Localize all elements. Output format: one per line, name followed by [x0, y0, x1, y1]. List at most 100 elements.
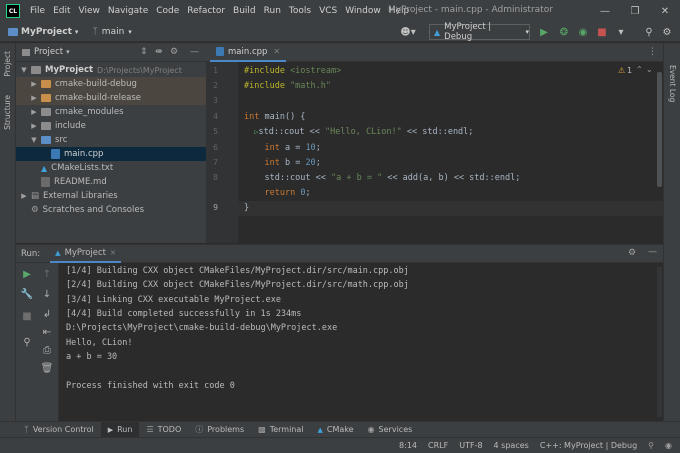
- tree-row-include[interactable]: ▶ include: [16, 119, 206, 133]
- tree-row-cmake-build-debug[interactable]: ▶ cmake-build-debug: [16, 77, 206, 91]
- menu-refactor[interactable]: Refactor: [183, 6, 229, 16]
- event-icon[interactable]: ◉: [665, 441, 672, 450]
- expand-all-icon[interactable]: ⇕: [140, 47, 148, 57]
- run-with-coverage-icon[interactable]: ◉: [576, 25, 590, 39]
- tab-todo[interactable]: ☰ TODO: [139, 422, 188, 438]
- run-tab-myproject[interactable]: ▲ MyProject ✕: [50, 245, 121, 263]
- chevron-up-icon[interactable]: ⌃: [636, 65, 643, 74]
- tree-row-scratches[interactable]: ⚙ Scratches and Consoles: [16, 203, 206, 217]
- resolve-context[interactable]: C++: MyProject | Debug: [540, 441, 637, 450]
- tree-row-readme[interactable]: README.md: [16, 175, 206, 189]
- close-window-button[interactable]: ✕: [650, 0, 680, 22]
- project-widget[interactable]: MyProject ▾: [8, 27, 78, 37]
- run-console-output[interactable]: [1/4] Building CXX object CMakeFiles/MyP…: [58, 263, 663, 421]
- tab-version-control[interactable]: ᛉ Version Control: [17, 422, 101, 438]
- trash-icon[interactable]: 🗑: [40, 361, 54, 375]
- editor-scrollbar[interactable]: [657, 72, 662, 187]
- code-line-5: ▷std::cout << "Hello, CLion!" << std::en…: [254, 127, 474, 137]
- clion-logo-icon: CL: [6, 4, 20, 18]
- menu-run[interactable]: Run: [260, 6, 285, 16]
- stop-icon[interactable]: ■: [20, 309, 34, 323]
- warning-icon[interactable]: ⚠: [618, 66, 625, 75]
- settings-gear-icon[interactable]: ⚙: [660, 25, 674, 39]
- menu-navigate[interactable]: Navigate: [104, 6, 152, 16]
- menu-file[interactable]: File: [26, 6, 49, 16]
- chevron-down-icon[interactable]: ⌄: [646, 65, 653, 74]
- tab-cmake[interactable]: ▲ CMake: [311, 422, 361, 438]
- tree-row-cmake-modules[interactable]: ▶ cmake_modules: [16, 105, 206, 119]
- event-log-tool-button[interactable]: Event Log: [668, 65, 677, 102]
- chevron-down-icon[interactable]: ▼: [30, 136, 38, 144]
- menu-view[interactable]: View: [75, 6, 104, 16]
- tree-row-cmake-build-release[interactable]: ▶ cmake-build-release: [16, 91, 206, 105]
- tab-problems[interactable]: ⓘ Problems: [188, 422, 251, 438]
- add-user-icon[interactable]: ☻▾: [398, 25, 418, 39]
- tree-row-external-libraries[interactable]: ▶ ▤ External Libraries: [16, 189, 206, 203]
- stop-icon[interactable]: ■: [595, 25, 609, 39]
- chevron-right-icon[interactable]: ▶: [20, 192, 28, 200]
- arrow-down-icon[interactable]: ↓: [40, 287, 54, 301]
- scroll-to-end-icon[interactable]: ⇤: [40, 325, 54, 339]
- menu-build[interactable]: Build: [229, 6, 260, 16]
- cmake-triangle-icon: ▲: [317, 425, 323, 434]
- chevron-right-icon[interactable]: ▶: [30, 80, 38, 88]
- chevron-right-icon[interactable]: ▶: [30, 122, 38, 130]
- chevron-down-icon[interactable]: ▼: [20, 66, 28, 74]
- menu-vcs[interactable]: VCS: [315, 6, 341, 16]
- search-icon[interactable]: ⚲: [642, 25, 656, 39]
- run-icon[interactable]: ▶: [537, 25, 551, 39]
- gear-icon[interactable]: ⚙: [170, 47, 178, 57]
- gear-icon[interactable]: ⚙: [628, 248, 636, 258]
- menu-window[interactable]: Window: [341, 6, 385, 16]
- arrow-up-icon[interactable]: ↑: [40, 267, 54, 281]
- collapse-all-icon[interactable]: ⇼: [155, 47, 163, 57]
- tab-services[interactable]: ◉ Services: [361, 422, 420, 438]
- navigation-bar: MyProject ▾ ᛉ main ▾ ☻▾ ▲ MyProject | De…: [0, 22, 680, 42]
- rerun-icon[interactable]: ▶: [20, 267, 34, 281]
- tree-row-myproject[interactable]: ▼ MyProject D:\Projects\MyProject: [16, 63, 206, 77]
- line-ending[interactable]: CRLF: [428, 441, 448, 450]
- hide-panel-icon[interactable]: —: [648, 247, 657, 257]
- more-actions-icon[interactable]: ▾: [614, 25, 628, 39]
- minimize-button[interactable]: —: [590, 0, 620, 22]
- chevron-right-icon[interactable]: ▶: [30, 108, 38, 116]
- soft-wrap-icon[interactable]: ↲: [40, 307, 54, 321]
- lock-icon[interactable]: ⚲: [648, 441, 654, 450]
- maximize-button[interactable]: ❐: [620, 0, 650, 22]
- tab-run[interactable]: ▶ Run: [100, 421, 140, 438]
- pin-icon[interactable]: ⚲: [20, 335, 34, 349]
- wrench-icon[interactable]: 🔧: [20, 287, 34, 301]
- project-tool-button[interactable]: Project: [3, 51, 12, 77]
- debug-icon[interactable]: ❂: [557, 25, 571, 39]
- run-configuration-selector[interactable]: ▲ MyProject | Debug ▾: [429, 22, 530, 42]
- file-encoding[interactable]: UTF-8: [459, 441, 482, 450]
- print-icon[interactable]: ⎙: [40, 343, 54, 357]
- close-tab-icon[interactable]: ✕: [273, 47, 280, 56]
- chevron-right-icon[interactable]: ▶: [30, 94, 38, 102]
- vcs-branch-widget[interactable]: ᛉ main ▾: [92, 27, 131, 37]
- tab-options-icon[interactable]: ⋮: [648, 47, 657, 57]
- tab-label: Version Control: [32, 425, 94, 434]
- menu-code[interactable]: Code: [152, 6, 183, 16]
- tab-main-cpp[interactable]: main.cpp ✕: [210, 43, 287, 62]
- tab-terminal[interactable]: ▩ Terminal: [251, 422, 310, 438]
- menu-edit[interactable]: Edit: [49, 6, 74, 16]
- close-tab-icon[interactable]: ✕: [110, 249, 116, 257]
- project-panel-title[interactable]: Project: [34, 47, 63, 57]
- console-scrollbar[interactable]: [657, 267, 662, 417]
- indent-setting[interactable]: 4 spaces: [494, 441, 529, 450]
- cpp-file-icon: [51, 149, 60, 159]
- caret-position[interactable]: 8:14: [399, 441, 417, 450]
- code-editor[interactable]: #include <iostream> #include "math.h" in…: [238, 62, 663, 243]
- code-line-4: int main() {: [244, 112, 306, 122]
- tree-row-src[interactable]: ▼ src: [16, 133, 206, 147]
- tree-row-main-cpp[interactable]: main.cpp: [16, 147, 206, 161]
- tree-row-cmakelists[interactable]: ▲ CMakeLists.txt: [16, 161, 206, 175]
- scratch-icon: ⚙: [31, 205, 39, 215]
- line-number: 1: [213, 66, 218, 75]
- structure-tool-button[interactable]: Structure: [3, 95, 12, 130]
- branch-icon: ᛉ: [92, 26, 98, 37]
- hide-panel-icon[interactable]: —: [190, 47, 199, 57]
- chevron-down-icon[interactable]: ▾: [66, 48, 70, 56]
- menu-tools[interactable]: Tools: [285, 6, 315, 16]
